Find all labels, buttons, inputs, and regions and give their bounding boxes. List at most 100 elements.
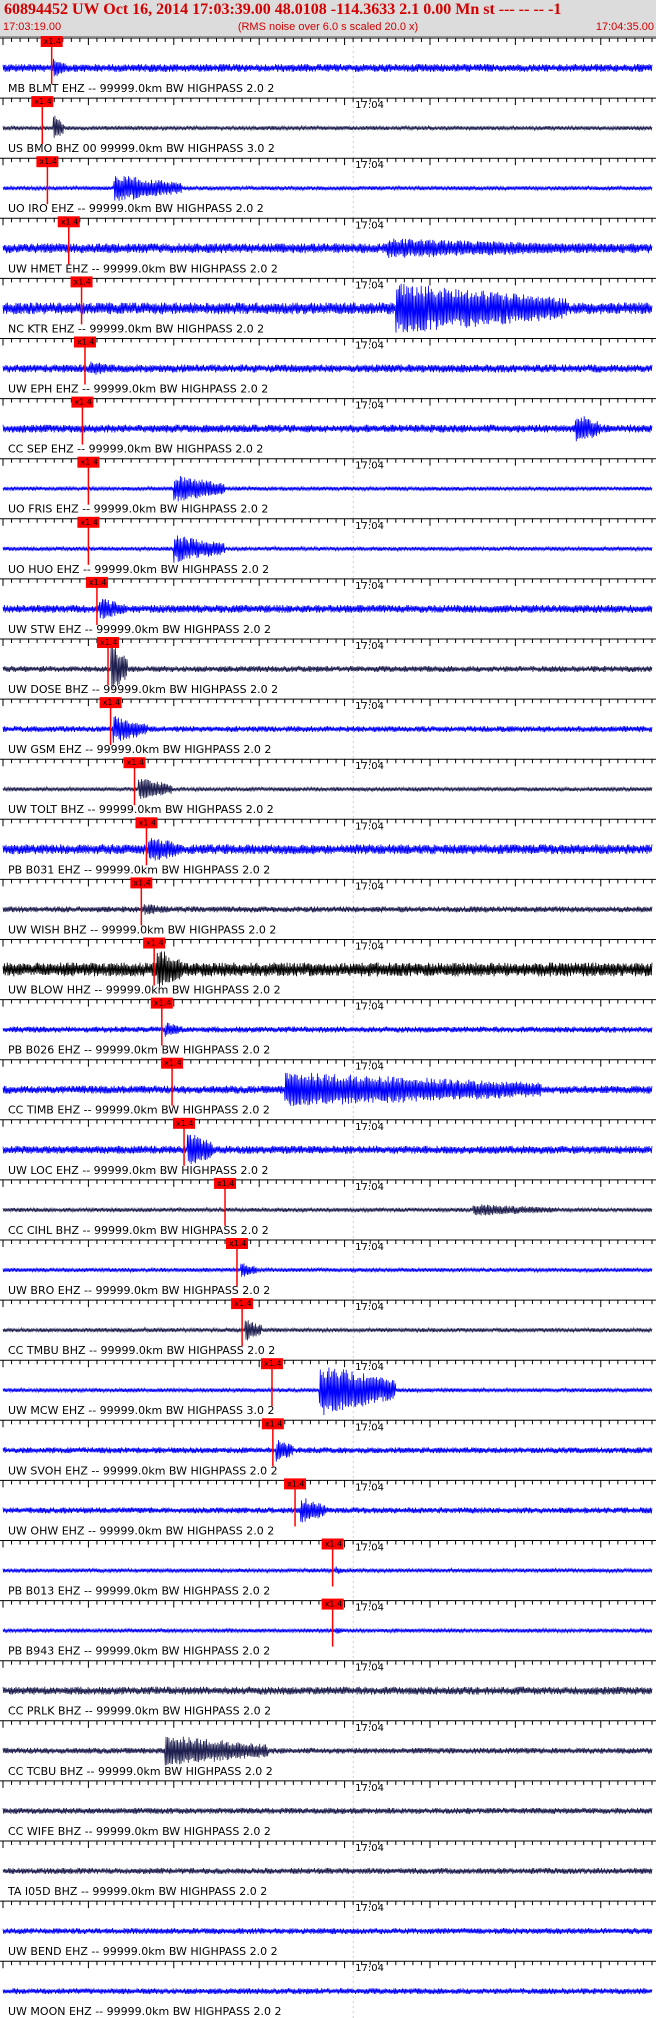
trace-label: UW LOC EHZ -- 99999.0km BW HIGHPASS 2.0 … [8,1164,269,1177]
trace-label: UW HMET EHZ -- 99999.0km BW HIGHPASS 2.0… [8,262,278,275]
minute-label: 17:04 [355,160,384,171]
waveform-trace [2,176,653,201]
pick-label: x1.4 [325,1600,342,1609]
trace-label: CC TIMB EHZ -- 99999.0km BW HIGHPASS 2.0… [8,1104,270,1117]
waveform-trace [2,1867,653,1875]
waveform-trace [2,598,653,619]
minute-label: 17:04 [355,1122,384,1133]
trace-label: CC WIFE BHZ -- 99999.0km BW HIGHPASS 2.0… [8,1825,271,1838]
waveform-trace [2,904,653,915]
pick-label: x1.4 [138,818,155,827]
waveform-trace [2,1263,653,1277]
minute-label: 17:04 [355,401,384,412]
pick-label: x1.4 [34,97,51,106]
trace-label: CC CIHL BHZ -- 99999.0km BW HIGHPASS 2.0… [8,1224,269,1237]
waveform-trace [2,1807,653,1814]
pick-label: x1.4 [154,999,171,1008]
minute-label: 17:04 [355,881,384,892]
pick-label: x1.4 [287,1479,304,1488]
waveform-trace [2,58,653,77]
minute-label: 17:04 [355,220,384,231]
minute-label: 17:04 [355,341,384,352]
pick-label: x1.4 [164,1059,181,1068]
pick-label: x1.4 [264,1359,281,1368]
pick-label: x1.4 [100,638,117,647]
trace-label: UO FRIS EHZ -- 99999.0km BW HIGHPASS 2.0… [8,503,268,516]
waveform-trace [2,716,653,743]
trace-label: PB B026 EHZ -- 99999.0km BW HIGHPASS 2.0… [8,1044,270,1057]
trace-label: UW MOON EHZ -- 99999.0km BW HIGHPASS 2.0… [8,2005,281,2018]
pick-label: x1.4 [265,1419,282,1428]
trace-label: NC KTR EHZ -- 99999.0km BW HIGHPASS 2.0 … [8,322,264,335]
trace-label: UW OHW EHZ -- 99999.0km BW HIGHPASS 2.0 … [8,1524,274,1537]
waveform-trace [2,1498,653,1523]
waveform-trace [2,416,653,442]
trace-label: UW GSM EHZ -- 99999.0km BW HIGHPASS 2.0 … [8,743,271,756]
minute-label: 17:04 [355,1783,384,1794]
pick-label: x1.4 [80,518,97,527]
waveform-trace [2,115,653,138]
trace-label: UW BRO EHZ -- 99999.0km BW HIGHPASS 2.0 … [8,1284,270,1297]
trace-label: CC SEP EHZ -- 99999.0km BW HIGHPASS 2.0 … [8,443,263,456]
minute-label: 17:04 [355,1302,384,1313]
waveform-trace [2,778,653,799]
waveform-trace [2,1134,653,1165]
scaling-note: (RMS noise over 6.0 s scaled 20.0 x) [237,21,419,33]
pick-label: x1.4 [127,758,144,767]
trace-label: UW DOSE BHZ -- 99999.0km BW HIGHPASS 2.0… [8,683,278,696]
waveform-trace [2,1072,653,1106]
minute-label: 17:04 [355,1963,384,1974]
event-title: 60894452 UW Oct 16, 2014 17:03:39.00 48.… [4,1,562,18]
pick-label: x1.4 [80,458,97,467]
minute-label: 17:04 [355,701,384,712]
trace-label: PB B013 EHZ -- 99999.0km BW HIGHPASS 2.0… [8,1585,270,1598]
minute-label: 17:04 [355,100,384,111]
trace-label: UW TOLT BHZ -- 99999.0km BW HIGHPASS 2.0… [8,803,274,816]
trace-label: UW WISH BHZ -- 99999.0km BW HIGHPASS 2.0… [8,923,276,936]
minute-label: 17:04 [355,1843,384,1854]
trace-label: UW EPH EHZ -- 99999.0km BW HIGHPASS 2.0 … [8,383,268,396]
pick-label: x1.4 [229,1239,246,1248]
pick-label: x1.4 [325,1540,342,1549]
plot-header: 60894452 UW Oct 16, 2014 17:03:39.00 48.… [0,0,656,37]
trace-label: CC TCBU BHZ -- 99999.0km BW HIGHPASS 2.0… [8,1765,273,1778]
pick-label: x1.4 [77,338,94,347]
waveform-trace [2,535,653,563]
pick-label: x1.4 [176,1119,193,1128]
minute-label: 17:04 [355,1422,384,1433]
waveform-trace [2,838,653,861]
trace-label: PB B031 EHZ -- 99999.0km BW HIGHPASS 2.0… [8,863,270,876]
minute-label: 17:04 [355,1903,384,1914]
minute-label: 17:04 [355,1543,384,1554]
trace-label: UW SVOH EHZ -- 99999.0km BW HIGHPASS 2.0… [8,1464,278,1477]
trace-label: CC PRLK BHZ -- 99999.0km BW HIGHPASS 2.0… [8,1705,271,1718]
minute-label: 17:04 [355,280,384,291]
pick-label: x1.4 [217,1179,234,1188]
trace-label: MB BLMT EHZ -- 99999.0km BW HIGHPASS 2.0… [8,82,274,95]
pick-label: x1.4 [234,1299,251,1308]
minute-label: 17:04 [355,1482,384,1493]
minute-label: 17:04 [355,942,384,953]
trace-label: PB B943 EHZ -- 99999.0km BW HIGHPASS 2.0… [8,1645,270,1658]
trace-label: TA I05D BHZ -- 99999.0km BW HIGHPASS 2.0… [7,1885,267,1898]
waveform-trace [2,238,653,259]
waveform-trace [2,475,653,502]
pick-label: x1.4 [103,698,120,707]
minute-label: 17:04 [355,641,384,652]
pick-label: x1.4 [74,398,91,407]
waveform-trace [2,1440,653,1462]
pick-label: x1.4 [61,217,78,226]
minute-label: 17:04 [355,1182,384,1193]
waveform-trace [2,1736,653,1766]
minute-label: 17:04 [355,1362,384,1373]
minute-label: 17:04 [355,581,384,592]
trace-label: US BMO BHZ 00 99999.0km BW HIGHPASS 3.0 … [8,142,275,155]
minute-label: 17:04 [355,461,384,472]
minute-label: 17:04 [355,1663,384,1674]
trace-label: UW BLOW HHZ -- 99999.0km BW HIGHPASS 2.0… [8,984,281,997]
pick-label: x1.4 [39,157,56,166]
minute-label: 17:04 [355,1723,384,1734]
waveform-trace [2,1204,653,1216]
pick-label: x1.4 [44,37,61,46]
trace-label: UW MCW EHZ -- 99999.0km BW HIGHPASS 3.0 … [8,1404,274,1417]
